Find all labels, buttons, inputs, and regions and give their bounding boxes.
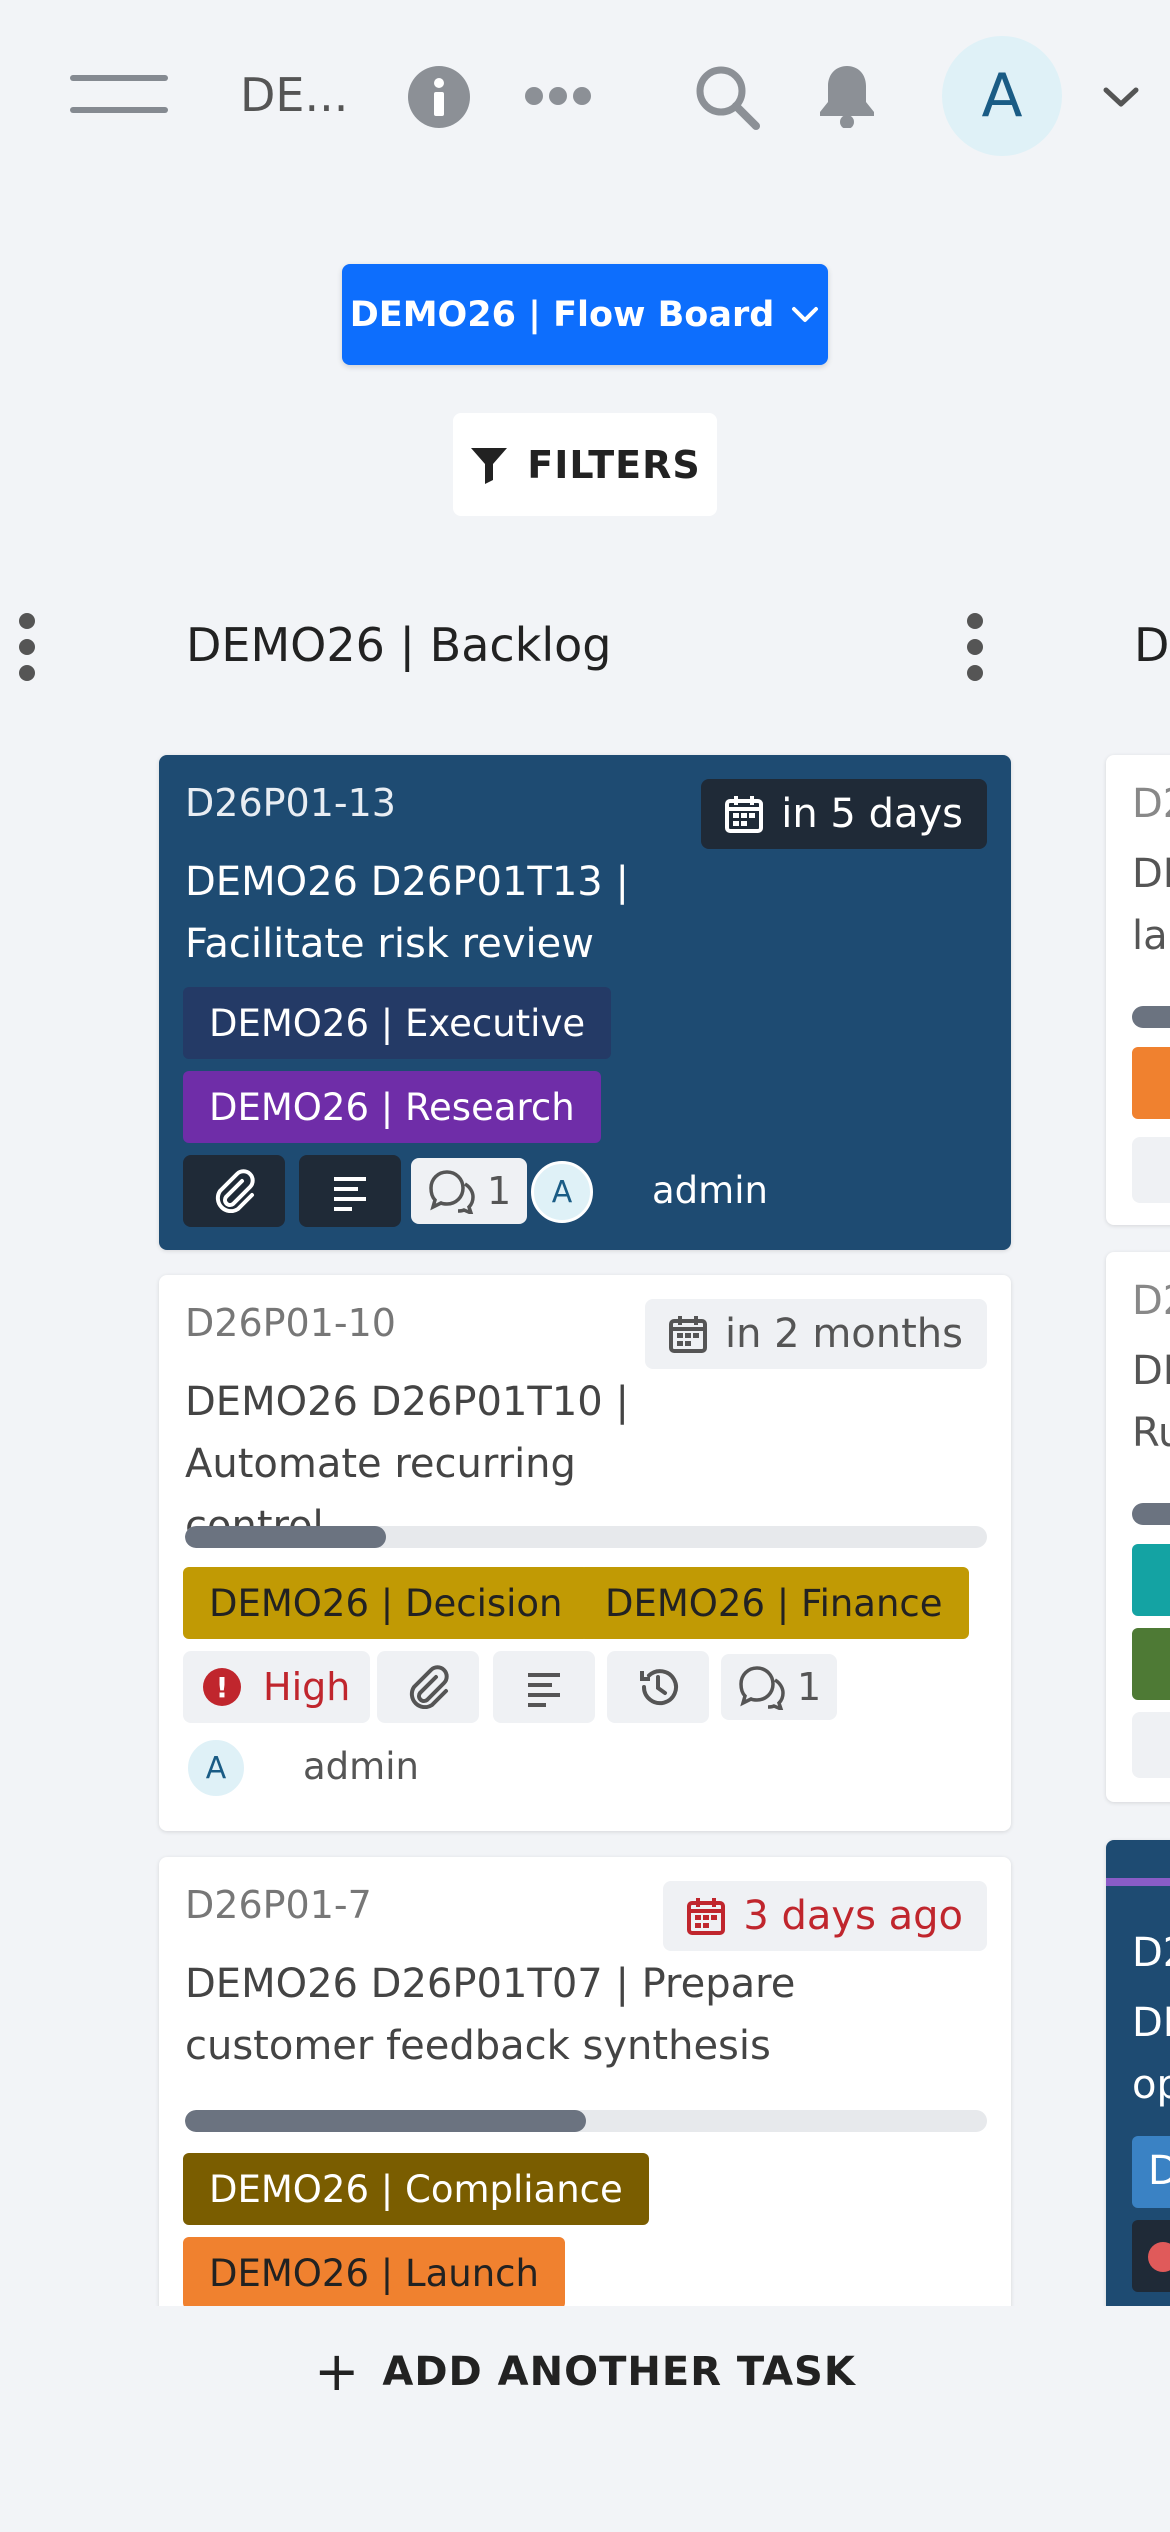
board-name-truncated[interactable]: DE... bbox=[240, 68, 348, 122]
assignee-avatar: A bbox=[185, 1737, 247, 1799]
due-date-text: in 5 days bbox=[781, 791, 963, 837]
filters-label: FILTERS bbox=[527, 442, 701, 487]
peek-accent bbox=[1106, 1878, 1170, 1886]
peek-text: lau bbox=[1132, 913, 1170, 959]
search-icon[interactable] bbox=[694, 64, 760, 130]
peek-text: DE bbox=[1132, 2000, 1170, 2046]
task-card[interactable]: D26P01-7 3 days ago DEMO26 D26P01T07 | P… bbox=[159, 1857, 1011, 2306]
user-avatar[interactable]: A bbox=[942, 36, 1062, 156]
peek-text: D2 bbox=[1132, 1278, 1170, 1324]
priority-badge: ! High bbox=[183, 1651, 371, 1723]
plus-icon: + bbox=[314, 2340, 361, 2403]
comment-count: 1 bbox=[487, 1169, 512, 1213]
peek-text: op bbox=[1132, 2062, 1170, 2108]
board-switcher-label: DEMO26 | Flow Board bbox=[349, 294, 775, 335]
more-options-icon[interactable] bbox=[524, 84, 592, 108]
due-date-badge: in 2 months bbox=[644, 1299, 987, 1369]
label-tag: DEMO26 | Executive bbox=[183, 987, 612, 1059]
peek-tag bbox=[1132, 1544, 1170, 1616]
next-column-card[interactable]: D2 DE Ru bbox=[1106, 1252, 1170, 1802]
chevron-down-icon[interactable] bbox=[1102, 84, 1140, 110]
label-tag: DEMO26 | Launch bbox=[183, 2237, 565, 2306]
task-progress-bar bbox=[185, 2110, 987, 2132]
due-date-text: 3 days ago bbox=[743, 1893, 963, 1939]
column-title: DEMO26 | Backlog bbox=[186, 618, 612, 672]
peek-tag bbox=[1132, 1628, 1170, 1700]
peek-text: DE bbox=[1132, 1348, 1170, 1394]
label-tag: DEMO26 | Decision bbox=[183, 1567, 589, 1639]
comments-badge: 1 bbox=[411, 1158, 528, 1224]
alert-icon bbox=[1148, 2242, 1170, 2272]
task-title: DEMO26 D26P01T07 | Prepare customer feed… bbox=[185, 1961, 796, 2069]
due-date-text: in 2 months bbox=[724, 1311, 963, 1357]
task-progress-bar bbox=[185, 1526, 987, 1548]
next-column-card[interactable]: D2 DE lau bbox=[1106, 755, 1170, 1225]
task-key: D26P01-10 bbox=[185, 1301, 396, 1345]
task-title: DEMO26 D26P01T13 | Facilitate risk revie… bbox=[185, 859, 629, 967]
task-key: D26P01-13 bbox=[185, 781, 396, 825]
task-key: D26P01-7 bbox=[185, 1883, 372, 1927]
due-date-badge: 3 days ago bbox=[663, 1881, 987, 1951]
task-card[interactable]: D26P01-13 in 5 days DEMO26 D26P01T13 | F… bbox=[159, 755, 1011, 1250]
filter-icon bbox=[471, 447, 508, 484]
label-tag: DEMO26 | Finance bbox=[579, 1567, 969, 1639]
description-icon bbox=[493, 1651, 595, 1723]
next-column-title: D bbox=[1134, 618, 1170, 672]
peek-tag: D bbox=[1132, 2136, 1170, 2208]
calendar-icon bbox=[687, 1898, 726, 1935]
attachment-icon bbox=[377, 1651, 479, 1723]
board-switcher-button[interactable]: DEMO26 | Flow Board bbox=[342, 264, 828, 365]
assignee-avatar: A bbox=[531, 1161, 593, 1223]
label-tag: DEMO26 | Research bbox=[183, 1071, 601, 1143]
priority-label: High bbox=[263, 1665, 351, 1709]
prev-column-menu-icon[interactable] bbox=[17, 613, 37, 681]
next-column-card[interactable]: D2 DE op D bbox=[1106, 1840, 1170, 2306]
history-icon bbox=[607, 1651, 709, 1723]
calendar-icon bbox=[668, 1316, 707, 1353]
peek-progress bbox=[1132, 1503, 1170, 1525]
peek-chip bbox=[1132, 1712, 1170, 1778]
peek-text: Ru bbox=[1132, 1410, 1170, 1456]
add-task-label: ADD ANOTHER TASK bbox=[382, 2348, 856, 2395]
column-menu-icon[interactable] bbox=[965, 613, 985, 681]
column-cards: D26P01-13 in 5 days DEMO26 D26P01T13 | F… bbox=[0, 740, 1170, 2306]
calendar-icon bbox=[725, 796, 764, 833]
peek-text: D2 bbox=[1132, 1930, 1170, 1976]
hamburger-menu-icon[interactable] bbox=[70, 75, 168, 115]
comments-icon bbox=[429, 1170, 475, 1214]
assignee-name: admin bbox=[303, 1745, 419, 1788]
peek-progress bbox=[1132, 1006, 1170, 1028]
peek-tag bbox=[1132, 1047, 1170, 1119]
due-date-badge: in 5 days bbox=[701, 779, 987, 849]
task-card[interactable]: D26P01-10 in 2 months DEMO26 D26P01T10 |… bbox=[159, 1275, 1011, 1831]
label-tag: DEMO26 | Compliance bbox=[183, 2153, 649, 2225]
alert-icon: ! bbox=[203, 1668, 241, 1706]
peek-chip bbox=[1132, 1137, 1170, 1203]
peek-text: D2 bbox=[1132, 781, 1170, 827]
filters-button[interactable]: FILTERS bbox=[453, 413, 717, 516]
comments-icon bbox=[739, 1666, 785, 1710]
comment-count: 1 bbox=[797, 1665, 822, 1709]
notifications-bell-icon[interactable] bbox=[816, 62, 878, 129]
top-bar: DE... A bbox=[0, 0, 1170, 190]
add-another-task-button[interactable]: + ADD ANOTHER TASK bbox=[0, 2340, 1170, 2403]
attachment-icon bbox=[183, 1155, 285, 1227]
assignee-name: admin bbox=[652, 1169, 768, 1212]
comments-badge: 1 bbox=[721, 1654, 838, 1720]
peek-text: DE bbox=[1132, 851, 1170, 897]
info-icon[interactable] bbox=[408, 66, 470, 128]
description-icon bbox=[299, 1155, 401, 1227]
chevron-down-icon bbox=[792, 306, 819, 322]
